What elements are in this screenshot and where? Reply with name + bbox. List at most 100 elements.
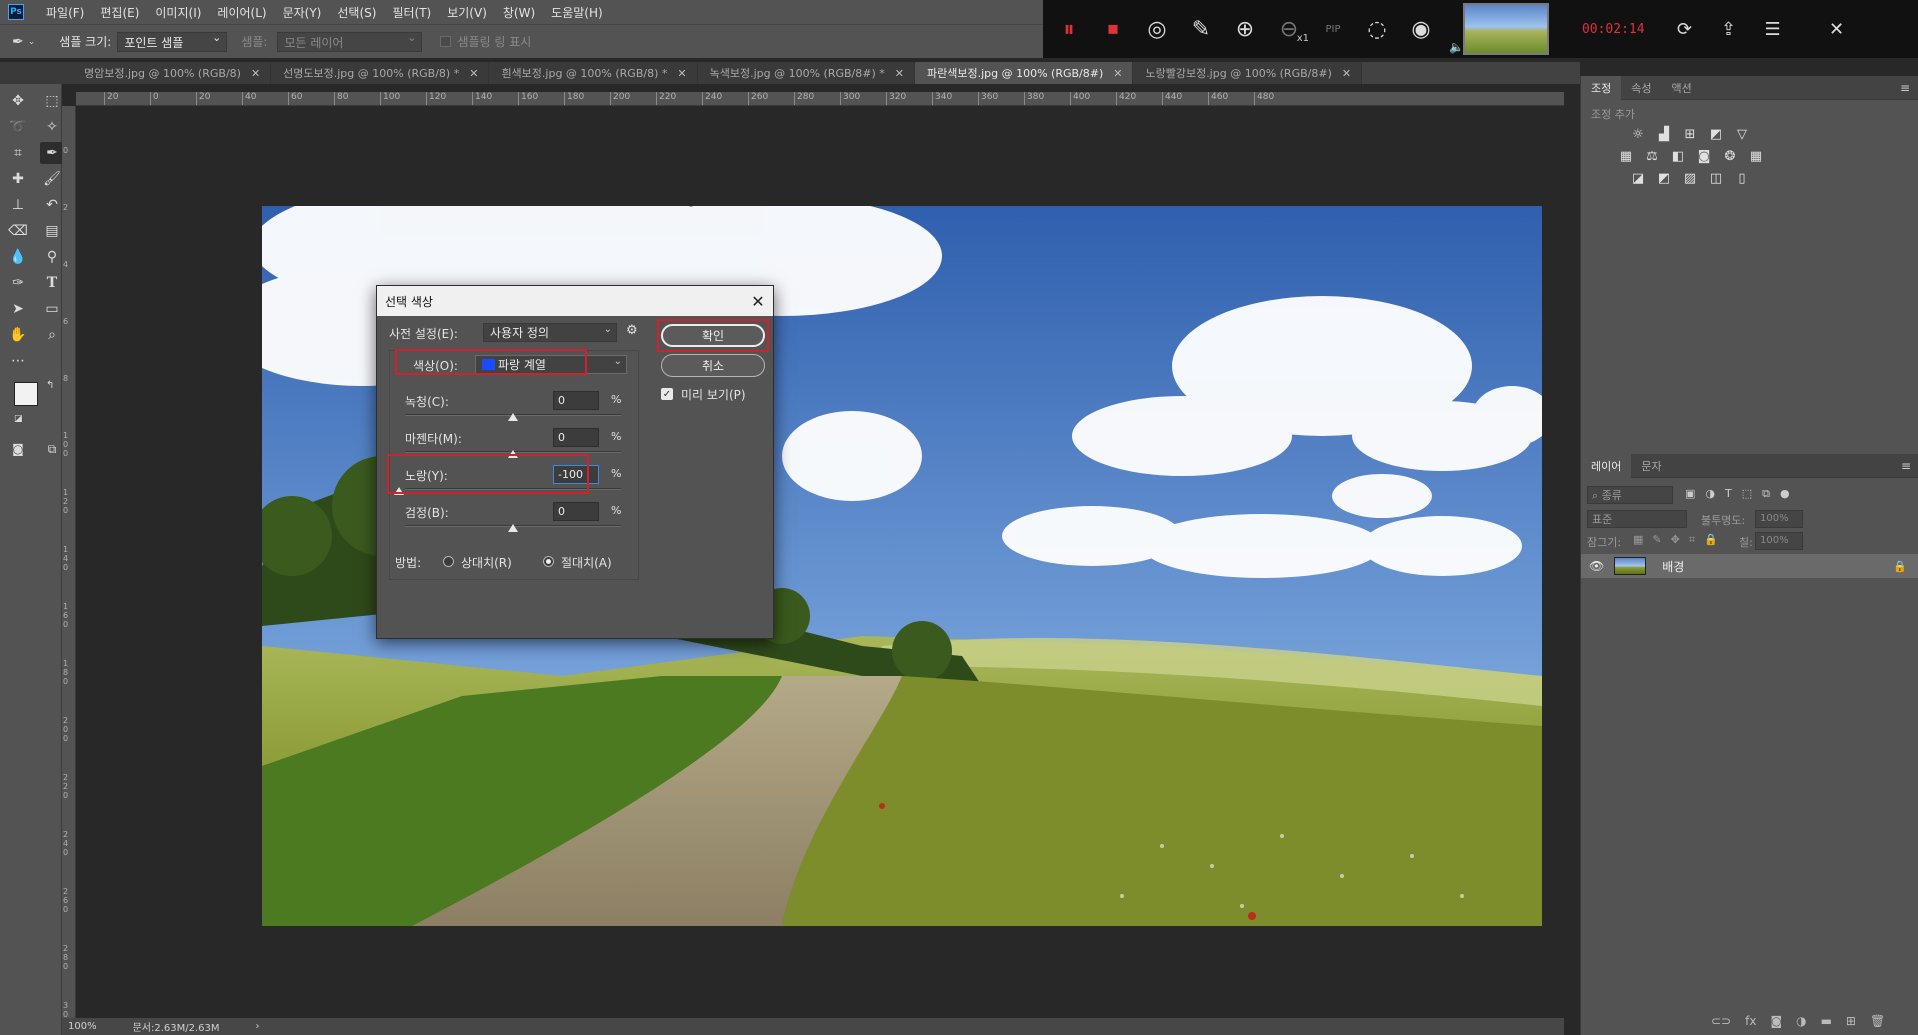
eye-icon[interactable]: 👁 xyxy=(1589,559,1604,573)
crop-tool-icon[interactable]: ⌗ xyxy=(6,142,30,164)
panel-menu-icon[interactable]: ≡ xyxy=(1901,459,1911,473)
menu-image[interactable]: 이미지(I) xyxy=(147,4,209,21)
menu-window[interactable]: 창(W) xyxy=(495,4,543,21)
blend-mode-select[interactable]: 표준 xyxy=(1587,510,1687,528)
menu-filter[interactable]: 필터(T) xyxy=(384,4,439,21)
close-icon[interactable]: ✕ xyxy=(743,286,773,316)
group-icon[interactable]: ▬ xyxy=(1821,1014,1832,1028)
swap-colors-icon[interactable]: ↰ xyxy=(46,380,54,391)
hand-tool-icon[interactable]: ✋ xyxy=(6,324,30,346)
ok-button[interactable]: 확인 xyxy=(661,324,765,347)
history-brush-icon[interactable]: ↶ xyxy=(40,194,64,216)
speaker-icon[interactable]: 🔈 xyxy=(1449,40,1464,54)
colors-select[interactable]: 파랑 계열 ⌄ xyxy=(475,355,627,374)
absolute-radio[interactable] xyxy=(543,556,554,567)
blur-tool-icon[interactable]: 💧 xyxy=(6,246,30,268)
gradient-map-icon[interactable]: ◫ xyxy=(1707,170,1725,186)
lock-paint-icon[interactable]: ✎ xyxy=(1652,533,1661,547)
new-layer-icon[interactable]: ⊞ xyxy=(1846,1014,1856,1028)
preview-checkbox[interactable]: ✓ xyxy=(661,388,673,400)
color-lookup-icon[interactable]: ▦ xyxy=(1747,148,1765,164)
black-input[interactable]: 0 xyxy=(553,502,599,521)
gradient-tool-icon[interactable]: ▤ xyxy=(40,220,64,242)
selective-color-icon[interactable]: ▯ xyxy=(1733,170,1751,186)
canvas-area[interactable] xyxy=(76,106,1564,1018)
brightness-icon[interactable]: ☼ xyxy=(1629,126,1647,142)
absolute-label[interactable]: 절대치(A) xyxy=(561,554,612,571)
dodge-tool-icon[interactable]: ⚲ xyxy=(40,246,64,268)
webcam-preview[interactable] xyxy=(1463,3,1549,55)
layer-row-background[interactable]: 👁 배경 🔒 xyxy=(1581,554,1918,578)
pencil-icon[interactable]: ✎ xyxy=(1179,0,1223,58)
zoom-in-icon[interactable]: ⊕ xyxy=(1223,0,1267,58)
lock-all-icon[interactable]: 🔒 xyxy=(1704,533,1718,547)
relative-label[interactable]: 상대치(R) xyxy=(461,554,512,571)
pen-tool-icon[interactable]: ✑ xyxy=(6,272,30,294)
magenta-slider-thumb[interactable] xyxy=(508,450,518,458)
settings-icon[interactable]: ☰ xyxy=(1751,0,1795,58)
quick-mask-icon[interactable]: ◙ xyxy=(6,438,30,460)
eraser-tool-icon[interactable]: ⌫ xyxy=(6,220,30,242)
fill-input[interactable]: 100% xyxy=(1755,532,1803,550)
black-white-icon[interactable]: ◧ xyxy=(1669,148,1687,164)
sample-select[interactable]: 모든 레이어 xyxy=(277,31,423,52)
preview-label[interactable]: 미리 보기(P) xyxy=(681,386,746,403)
invert-icon[interactable]: ◪ xyxy=(1629,170,1647,186)
image-filter-icon[interactable]: ▣ xyxy=(1685,487,1695,501)
close-icon[interactable]: ✕ xyxy=(1113,67,1122,80)
channel-mixer-icon[interactable]: ❂ xyxy=(1721,148,1739,164)
tab-document[interactable]: 명암보정.jpg @ 100% (RGB/8) ✕ xyxy=(0,62,272,84)
link-icon[interactable]: ⊂⊃ xyxy=(1711,1014,1731,1028)
close-icon[interactable]: ✕ xyxy=(1342,67,1351,80)
pip-button[interactable]: PIP xyxy=(1311,0,1355,58)
zoom-level[interactable]: 100% xyxy=(68,1021,97,1032)
panel-menu-icon[interactable]: ≡ xyxy=(1900,81,1910,95)
opacity-input[interactable]: 100% xyxy=(1755,510,1803,528)
close-icon[interactable]: ✕ xyxy=(1815,0,1859,58)
posterize-icon[interactable]: ◩ xyxy=(1655,170,1673,186)
chevron-right-icon[interactable]: › xyxy=(256,1021,260,1032)
yellow-slider[interactable] xyxy=(405,488,621,490)
sample-size-select[interactable]: 포인트 샘플 xyxy=(117,31,228,52)
smart-object-filter-icon[interactable]: ⧉ xyxy=(1762,487,1770,501)
eye-icon[interactable]: ◉ xyxy=(1399,0,1443,58)
lock-artboard-icon[interactable]: ⌗ xyxy=(1689,533,1695,547)
tab-document-active[interactable]: 파란색보정.jpg @ 100% (RGB/8#) ✕ xyxy=(914,62,1134,84)
preset-select[interactable]: 사용자 정의 ⌄ xyxy=(483,323,617,342)
lock-position-icon[interactable]: ✥ xyxy=(1671,533,1680,547)
type-filter-icon[interactable]: T xyxy=(1725,487,1732,501)
export-icon[interactable]: ⇪ xyxy=(1707,0,1751,58)
eyedropper-tool-icon[interactable]: ✒ xyxy=(40,142,64,164)
layer-name[interactable]: 배경 xyxy=(1662,558,1684,575)
close-icon[interactable]: ✕ xyxy=(251,67,260,80)
healing-brush-icon[interactable]: ✚ xyxy=(6,168,30,190)
tab-actions[interactable]: 액션 xyxy=(1662,76,1702,100)
color-balance-icon[interactable]: ⚖ xyxy=(1643,148,1661,164)
menu-type[interactable]: 문자(Y) xyxy=(275,4,330,21)
menu-file[interactable]: 파일(F) xyxy=(38,4,92,21)
menu-view[interactable]: 보기(V) xyxy=(439,4,495,21)
filter-toggle-icon[interactable]: ● xyxy=(1780,487,1790,501)
close-icon[interactable]: ✕ xyxy=(469,67,478,80)
adjustment-layer-icon[interactable]: ◑ xyxy=(1796,1014,1806,1028)
exposure-icon[interactable]: ◩ xyxy=(1707,126,1725,142)
move-tool-icon[interactable]: ✥ xyxy=(6,90,30,112)
mask-icon[interactable]: ◙ xyxy=(1770,1014,1782,1028)
levels-icon[interactable]: ▟ xyxy=(1655,126,1673,142)
shape-filter-icon[interactable]: ⬚ xyxy=(1742,487,1752,501)
vibrance-icon[interactable]: ▽ xyxy=(1733,126,1751,142)
hue-saturation-icon[interactable]: ▦ xyxy=(1617,148,1635,164)
gear-icon[interactable]: ⚙ xyxy=(626,323,638,338)
drop-icon[interactable]: ◌ xyxy=(1355,0,1399,58)
cancel-button[interactable]: 취소 xyxy=(661,354,765,377)
close-icon[interactable]: ✕ xyxy=(677,67,686,80)
path-select-icon[interactable]: ➤ xyxy=(6,298,30,320)
menu-layer[interactable]: 레이어(L) xyxy=(209,4,274,21)
zoom-tool-icon[interactable]: ⌕ xyxy=(40,324,64,346)
stamp-tool-icon[interactable]: ⊥ xyxy=(6,194,30,216)
tab-document[interactable]: 흰색보정.jpg @ 100% (RGB/8) * ✕ xyxy=(489,62,698,84)
eyedropper-icon[interactable]: ✒ xyxy=(12,34,24,50)
trash-icon[interactable]: 🗑 xyxy=(1870,1014,1885,1028)
yellow-slider-thumb[interactable] xyxy=(394,487,404,495)
relative-radio[interactable] xyxy=(443,556,454,567)
